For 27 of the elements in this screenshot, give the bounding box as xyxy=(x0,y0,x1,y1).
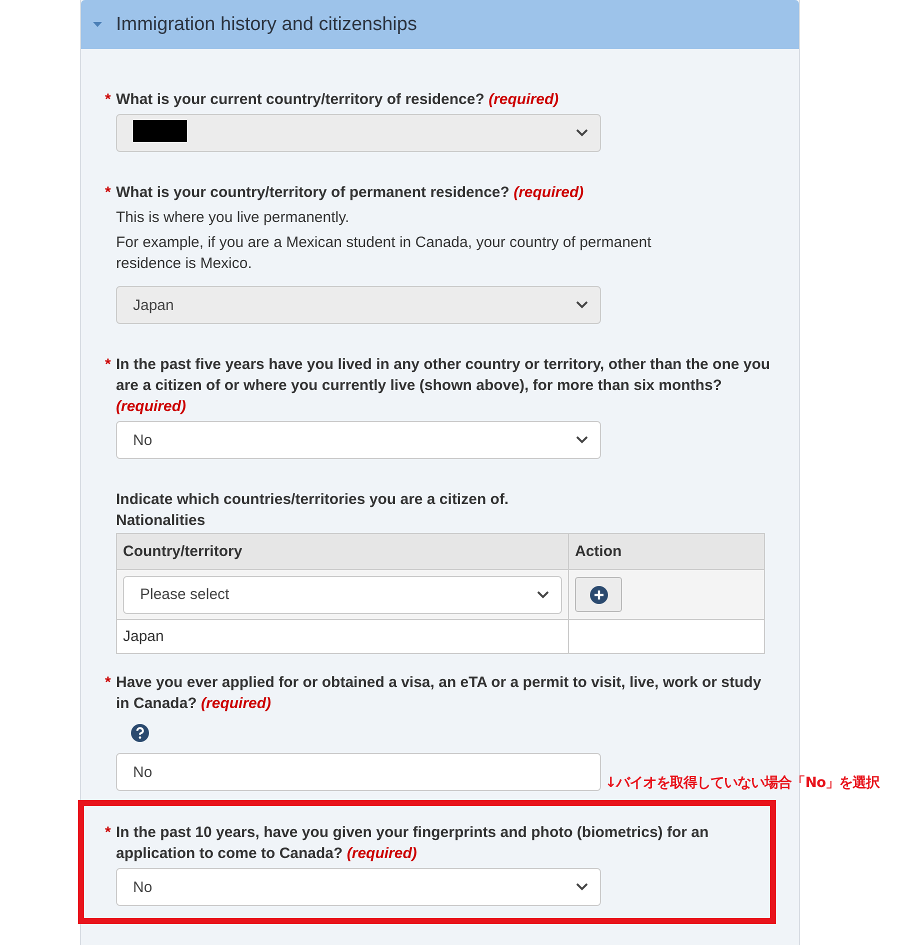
question-label: * What is your current country/territory of residence? (required) xyxy=(105,90,560,110)
chevron-down-icon xyxy=(576,883,588,891)
table-cell: Japan xyxy=(117,620,569,653)
chevron-down-icon xyxy=(576,436,588,444)
help-icon[interactable] xyxy=(131,724,149,742)
chevron-down-icon xyxy=(576,129,588,137)
select-field[interactable]: No xyxy=(116,753,601,791)
annotation-text: ↓バイオを取得していない場合「No」を選択 xyxy=(605,774,880,792)
select-field[interactable]: No xyxy=(116,421,601,459)
chevron-down-icon xyxy=(537,590,549,598)
select-field[interactable]: Please select xyxy=(123,576,562,614)
question-label: * In the past five years have you lived in any other country or territory, other than the one you are a citizen of or where you currently live (shown above), for more than six months? (required) xyxy=(105,355,771,417)
help-text: This is where you live permanently. xyxy=(115,208,350,228)
column-header: Country/territory xyxy=(117,534,569,570)
question-label: * Have you ever applied for or obtained a visa, an eTA or a permit to visit, live, work or study in Canada? (required) xyxy=(105,673,762,714)
section-header[interactable]: Immigration history and citizenships xyxy=(81,0,799,49)
select-field[interactable]: No xyxy=(116,868,601,906)
section-title: Immigration history and citizenships xyxy=(116,14,417,36)
chevron-down-icon xyxy=(576,301,588,309)
help-text: For example, if you are a Mexican student in Canada, your country of permanent residence is Mexico. xyxy=(115,233,652,274)
add-button[interactable] xyxy=(575,577,622,612)
question-label: * What is your country/territory of permanent residence? (required) xyxy=(105,183,585,203)
table-caption: Nationalities xyxy=(115,511,206,531)
question-label: * In the past 10 years, have you given your fingerprints and photo (biometrics) for an application to come to Canada? (required) xyxy=(105,823,710,864)
question-label: Indicate which countries/territories you are a citizen of. xyxy=(115,490,510,510)
plus-icon xyxy=(590,586,608,604)
column-header: Action xyxy=(569,534,764,570)
